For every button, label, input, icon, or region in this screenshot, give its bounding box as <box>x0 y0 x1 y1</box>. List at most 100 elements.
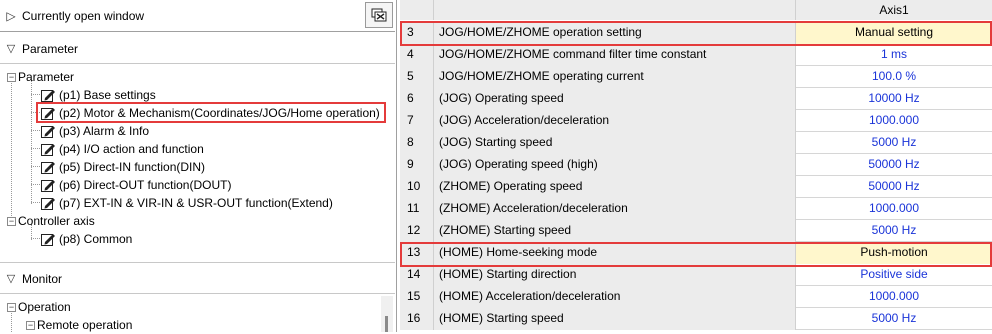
monitor-tree: − Operation − Remote operation <box>0 296 395 332</box>
navigation-pane: ▷ Currently open window ▽ Parameter − Pa… <box>0 0 397 332</box>
parameter-name: (JOG) Operating speed (high) <box>434 154 796 176</box>
row-number: 6 <box>400 88 434 110</box>
parameter-value-cell[interactable]: 1000.000 <box>796 110 992 132</box>
table-row[interactable]: 6 (JOG) Operating speed 10000 Hz <box>400 88 992 110</box>
edit-icon <box>40 87 56 103</box>
column-header-axis1[interactable]: Axis1 <box>796 0 992 20</box>
row-number: 9 <box>400 154 434 176</box>
parameter-name: (ZHOME) Starting speed <box>434 220 796 242</box>
table-row[interactable]: 11 (ZHOME) Acceleration/deceleration 1000.… <box>400 198 992 220</box>
parameter-value-cell[interactable]: 10000 Hz <box>796 88 992 110</box>
chevron-down-icon: ▽ <box>6 273 16 285</box>
collapse-icon[interactable]: − <box>7 72 16 82</box>
monitor-scrollbar[interactable] <box>381 296 393 332</box>
parameter-name: (ZHOME) Acceleration/deceleration <box>434 198 796 220</box>
edit-icon <box>40 141 56 157</box>
currently-open-window-label: Currently open window <box>22 8 145 23</box>
tree-item-p3[interactable]: (p3) Alarm & Info <box>40 122 149 140</box>
restore-window-button[interactable] <box>365 2 393 28</box>
table-row[interactable]: 4 JOG/HOME/ZHOME command filter time cons… <box>400 44 992 66</box>
edit-icon <box>40 123 56 139</box>
tree-node-parameter[interactable]: − Parameter <box>7 68 74 86</box>
parameter-value-cell[interactable]: Positive side <box>796 264 992 286</box>
table-row[interactable]: 5 JOG/HOME/ZHOME operating current 100.0 % <box>400 66 992 88</box>
collapse-icon[interactable]: − <box>7 302 16 312</box>
currently-open-window-header[interactable]: ▷ Currently open window <box>0 0 395 32</box>
tree-node-remote-operation[interactable]: − Remote operation <box>26 316 132 334</box>
collapse-icon[interactable]: − <box>26 320 35 330</box>
tree-label-parameter: Parameter <box>18 70 75 84</box>
tree-item-p6[interactable]: (p6) Direct-OUT function(DOUT) <box>40 176 231 194</box>
tree-label-controller-axis: Controller axis <box>18 214 95 228</box>
chevron-down-icon: ▽ <box>6 43 16 55</box>
parameter-grid: Axis1 3 JOG/HOME/ZHOME operation setting M… <box>400 0 992 332</box>
tree-item-p5[interactable]: (p5) Direct-IN function(DIN) <box>40 158 205 176</box>
parameter-value-cell[interactable]: 1000.000 <box>796 198 992 220</box>
parameter-name: (HOME) Starting direction <box>434 264 796 286</box>
parameter-value-cell[interactable]: 5000 Hz <box>796 132 992 154</box>
row-number: 10 <box>400 176 434 198</box>
monitor-section-header[interactable]: ▽ Monitor <box>0 264 395 294</box>
chevron-right-icon: ▷ <box>6 8 16 23</box>
tree-label-operation: Operation <box>18 300 71 314</box>
parameter-section-label: Parameter <box>22 41 79 56</box>
edit-icon <box>40 159 56 175</box>
table-row[interactable]: 12 (ZHOME) Starting speed 5000 Hz <box>400 220 992 242</box>
row-number: 16 <box>400 308 434 330</box>
parameter-name: (HOME) Acceleration/deceleration <box>434 286 796 308</box>
tree-item-label: (p6) Direct-OUT function(DOUT) <box>59 178 232 192</box>
tree-item-label: (p4) I/O action and function <box>59 142 204 156</box>
table-row[interactable]: 9 (JOG) Operating speed (high) 50000 Hz <box>400 154 992 176</box>
tree-item-label: (p1) Base settings <box>59 88 156 102</box>
highlight-row-3 <box>400 21 992 46</box>
parameter-tree: − Parameter (p1) Base settings (p2) Moto… <box>0 66 395 256</box>
parameter-value-cell[interactable]: 1 ms <box>796 44 992 66</box>
tree-label-remote-operation: Remote operation <box>37 318 133 332</box>
scrollbar-thumb[interactable] <box>385 316 388 332</box>
row-number: 14 <box>400 264 434 286</box>
collapse-icon[interactable]: − <box>7 216 16 226</box>
parameter-value-cell[interactable]: 50000 Hz <box>796 154 992 176</box>
row-number: 12 <box>400 220 434 242</box>
parameter-name: (HOME) Starting speed <box>434 308 796 330</box>
parameter-name: JOG/HOME/ZHOME operating current <box>434 66 796 88</box>
row-number: 7 <box>400 110 434 132</box>
table-row[interactable]: 7 (JOG) Acceleration/deceleration 1000.000 <box>400 110 992 132</box>
row-number: 11 <box>400 198 434 220</box>
tree-item-p8[interactable]: (p8) Common <box>40 230 132 248</box>
parameter-name: (ZHOME) Operating speed <box>434 176 796 198</box>
table-row[interactable]: 16 (HOME) Starting speed 5000 Hz <box>400 308 992 330</box>
edit-icon <box>40 195 56 211</box>
table-row[interactable]: 8 (JOG) Starting speed 5000 Hz <box>400 132 992 154</box>
tree-node-operation[interactable]: − Operation <box>7 298 71 316</box>
parameter-name: JOG/HOME/ZHOME command filter time const… <box>434 44 796 66</box>
tree-item-p4[interactable]: (p4) I/O action and function <box>40 140 204 158</box>
parameter-section-header[interactable]: ▽ Parameter <box>0 34 395 64</box>
parameter-name: (JOG) Operating speed <box>434 88 796 110</box>
parameter-name: (JOG) Starting speed <box>434 132 796 154</box>
table-row[interactable]: 15 (HOME) Acceleration/deceleration 1000.0… <box>400 286 992 308</box>
edit-icon <box>40 231 56 247</box>
edit-icon <box>40 177 56 193</box>
parameter-name: (JOG) Acceleration/deceleration <box>434 110 796 132</box>
parameter-value-cell[interactable]: 100.0 % <box>796 66 992 88</box>
highlight-row-13 <box>400 242 992 267</box>
tree-item-label: (p8) Common <box>59 232 133 246</box>
tree-node-controller-axis[interactable]: − Controller axis <box>7 212 95 230</box>
grid-header-row: Axis1 <box>400 0 992 20</box>
parameter-value-cell[interactable]: 5000 Hz <box>796 308 992 330</box>
table-row[interactable]: 14 (HOME) Starting direction Positive side <box>400 264 992 286</box>
row-number: 15 <box>400 286 434 308</box>
table-row[interactable]: 10 (ZHOME) Operating speed 50000 Hz <box>400 176 992 198</box>
parameter-value-cell[interactable]: 5000 Hz <box>796 220 992 242</box>
tree-item-label: (p5) Direct-IN function(DIN) <box>59 160 206 174</box>
highlight-p2-box <box>36 102 386 123</box>
parameter-value-cell[interactable]: 1000.000 <box>796 286 992 308</box>
tree-item-p7[interactable]: (p7) EXT-IN & VIR-IN & USR-OUT function(… <box>40 194 333 212</box>
monitor-section-label: Monitor <box>22 271 63 286</box>
tree-item-label: (p3) Alarm & Info <box>59 124 150 138</box>
row-number: 4 <box>400 44 434 66</box>
restore-window-icon <box>371 8 387 22</box>
row-number: 8 <box>400 132 434 154</box>
parameter-value-cell[interactable]: 50000 Hz <box>796 176 992 198</box>
